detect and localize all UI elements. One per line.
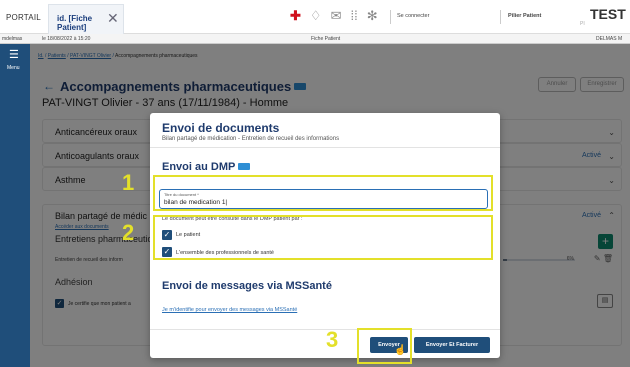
pharmacy-cross-icon[interactable]: ✚ xyxy=(290,9,301,23)
modal-subtitle: Bilan partagé de médication - Entretien … xyxy=(162,136,340,142)
strip-right: DELMAS M xyxy=(596,36,623,42)
pilier-patient-link[interactable]: Pilier Patient xyxy=(508,13,541,19)
mss-identify-link[interactable]: Je m'identifie pour envoyer des messages… xyxy=(162,307,297,313)
dmp-icon xyxy=(238,162,251,170)
highlight-box-title xyxy=(153,175,493,211)
divider xyxy=(150,147,500,148)
dmp-section-title: Envoi au DMP xyxy=(162,161,251,173)
connect-link[interactable]: Se connecter xyxy=(397,13,429,19)
top-icons: ✚ ♢ ✉ ⁞⁞ ✻ xyxy=(290,9,378,23)
mail-icon[interactable]: ✉ xyxy=(331,9,342,23)
annotation-number: 2 xyxy=(122,220,135,245)
close-icon[interactable]: ✕ xyxy=(107,10,119,27)
menu-icon[interactable]: ☰ xyxy=(9,50,19,61)
modal-footer: Envoyer Envoyer Et Facturer xyxy=(150,329,500,358)
hand-cursor-icon: ☝ xyxy=(394,345,407,356)
settings-icon[interactable]: ✻ xyxy=(367,9,378,23)
brand-sub: PI xyxy=(580,21,585,27)
annotation-number: 3 xyxy=(326,327,339,352)
tab-fiche-patient[interactable]: id. [Fiche Patient] ✕ xyxy=(48,4,124,34)
info-strip: mdelmas le 18/08/2022 à 15:20 Fiche Pati… xyxy=(0,34,630,44)
apps-grid-icon[interactable]: ⁞⁞ xyxy=(350,9,357,23)
highlight-box-checkboxes xyxy=(153,215,493,260)
strip-center: Fiche Patient xyxy=(311,36,341,42)
send-and-invoice-button[interactable]: Envoyer Et Facturer xyxy=(414,337,490,353)
modal-title: Envoi de documents xyxy=(162,121,280,135)
sidebar: ☰ Menu xyxy=(0,44,30,367)
top-bar: PORTAIL id. [Fiche Patient] ✕ ✚ ♢ ✉ ⁞⁞ ✻… xyxy=(0,0,630,34)
menu-label: Menu xyxy=(7,65,20,71)
strip-date: le 18/08/2022 à 15:20 xyxy=(42,36,91,42)
portail-link[interactable]: PORTAIL xyxy=(6,13,41,22)
divider xyxy=(500,10,501,24)
bell-icon[interactable]: ♢ xyxy=(310,9,322,23)
annotation-number: 1 xyxy=(122,170,135,195)
divider xyxy=(390,10,391,24)
brand-logo: TEST xyxy=(590,6,626,22)
strip-user: mdelmas xyxy=(2,36,23,42)
mss-section-title: Envoi de messages via MSSanté xyxy=(162,280,332,292)
